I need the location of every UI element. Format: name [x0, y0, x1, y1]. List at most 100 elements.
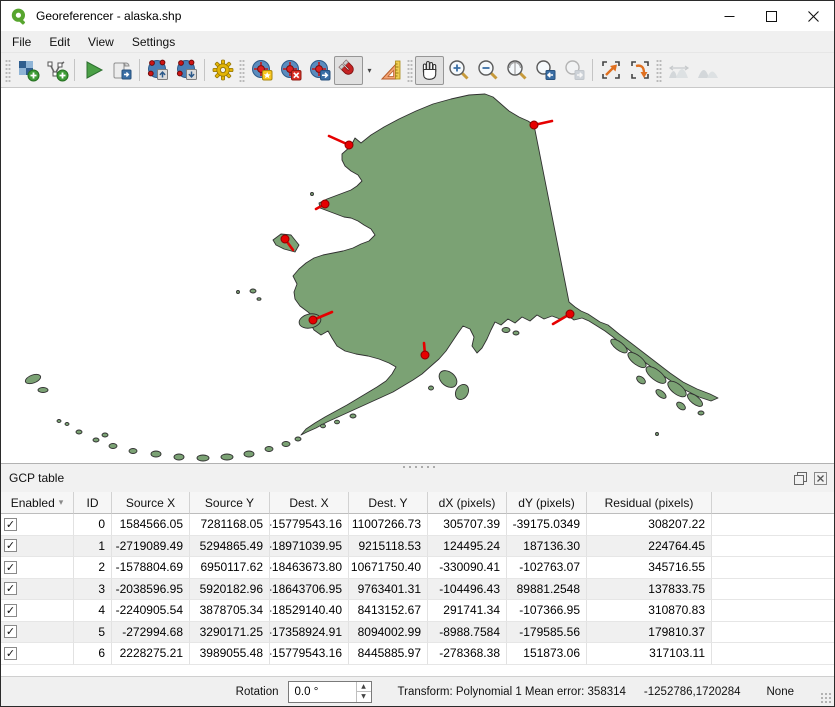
gcp-cell-dest-x[interactable]: -15779543.16: [270, 514, 349, 536]
column-header-dest-x[interactable]: Dest. X: [270, 492, 349, 514]
gcp-cell-source-y[interactable]: 5920182.96: [190, 579, 270, 601]
gcp-table-row[interactable]: ✓1-2719089.495294865.49-18971039.9592151…: [1, 536, 834, 558]
column-header-source-y[interactable]: Source Y: [190, 492, 270, 514]
gcp-cell-id[interactable]: 2: [74, 557, 112, 579]
menu-view[interactable]: View: [79, 32, 123, 52]
gcp-cell-dx[interactable]: 124495.24: [428, 536, 507, 558]
column-header-enabled[interactable]: Enabled ▾: [1, 492, 74, 514]
gcp-point-dot[interactable]: [421, 351, 429, 359]
gcp-cell-dest-x[interactable]: -18463673.80: [270, 557, 349, 579]
gcp-point-dot[interactable]: [530, 121, 538, 129]
enabled-checkbox[interactable]: ✓: [4, 647, 17, 660]
gcp-cell-source-x[interactable]: 2228275.21: [112, 643, 190, 665]
gcp-cell-source-y[interactable]: 3878705.34: [190, 600, 270, 622]
gcp-cell-dest-x[interactable]: -18643706.95: [270, 579, 349, 601]
gcp-cell-dy[interactable]: 187136.30: [507, 536, 587, 558]
gcp-cell-dest-y[interactable]: 11007266.73: [349, 514, 428, 536]
title-bar[interactable]: Georeferencer - alaska.shp: [1, 1, 834, 31]
gcp-cell-id[interactable]: 4: [74, 600, 112, 622]
transformation-settings-button[interactable]: [208, 56, 237, 85]
enabled-checkbox[interactable]: ✓: [4, 518, 17, 531]
set-square-button[interactable]: [376, 56, 405, 85]
gcp-cell-dx[interactable]: -8988.7584: [428, 622, 507, 644]
column-header-source-x[interactable]: Source X: [112, 492, 190, 514]
load-gcp-points-button[interactable]: [143, 56, 172, 85]
gcp-cell-id[interactable]: 1: [74, 536, 112, 558]
gcp-cell-source-x[interactable]: -2038596.95: [112, 579, 190, 601]
panel-close-button[interactable]: [812, 470, 828, 486]
gcp-table-row[interactable]: ✓4-2240905.543878705.34-18529140.4084131…: [1, 600, 834, 622]
gcp-cell-source-x[interactable]: -272994.68: [112, 622, 190, 644]
gcp-cell-dx[interactable]: -278368.38: [428, 643, 507, 665]
gcp-cell-source-x[interactable]: -2719089.49: [112, 536, 190, 558]
link-qgis-to-georeferencer-button[interactable]: [625, 56, 654, 85]
gcp-cell-dx[interactable]: 305707.39: [428, 514, 507, 536]
full-histogram-stretch-button[interactable]: [664, 56, 693, 85]
save-gcp-points-button[interactable]: [172, 56, 201, 85]
move-point-button[interactable]: [305, 56, 334, 85]
gcp-cell-residual[interactable]: 345716.55: [587, 557, 712, 579]
gcp-cell-dest-y[interactable]: 8094002.99: [349, 622, 428, 644]
gcp-cell-dx[interactable]: 291741.34: [428, 600, 507, 622]
enabled-checkbox[interactable]: ✓: [4, 582, 17, 595]
gcp-cell-dx[interactable]: -104496.43: [428, 579, 507, 601]
spin-up-icon[interactable]: ▲: [357, 682, 371, 693]
local-histogram-stretch-button[interactable]: [693, 56, 722, 85]
menu-edit[interactable]: Edit: [40, 32, 79, 52]
gcp-marker[interactable]: [316, 200, 329, 209]
gcp-cell-source-y[interactable]: 6950117.62: [190, 557, 270, 579]
gcp-cell-residual[interactable]: 317103.11: [587, 643, 712, 665]
map-canvas[interactable]: [1, 88, 834, 463]
gcp-table-row[interactable]: ✓ 62228275.213989055.48-15779543.16844588…: [1, 643, 834, 665]
zoom-next-button[interactable]: [560, 56, 589, 85]
gcp-cell-source-x[interactable]: -1578804.69: [112, 557, 190, 579]
gcp-cell-source-y[interactable]: 3290171.25: [190, 622, 270, 644]
close-button[interactable]: [792, 1, 834, 31]
gcp-cell-dy[interactable]: -102763.07: [507, 557, 587, 579]
add-point-button[interactable]: [247, 56, 276, 85]
gcp-cell-source-x[interactable]: -2240905.54: [112, 600, 190, 622]
gcp-cell-source-y[interactable]: 3989055.48: [190, 643, 270, 665]
resize-grip[interactable]: [820, 692, 832, 704]
zoom-in-button[interactable]: [444, 56, 473, 85]
gcp-cell-dy[interactable]: -39175.0349: [507, 514, 587, 536]
gcp-cell-dy[interactable]: -107366.95: [507, 600, 587, 622]
panel-float-button[interactable]: [792, 470, 808, 486]
gcp-cell-dy[interactable]: 151873.06: [507, 643, 587, 665]
rotation-spinbox[interactable]: 0.0 ° ▲ ▼: [288, 681, 372, 703]
column-header-id[interactable]: ID: [74, 492, 112, 514]
toolbar-grip[interactable]: [407, 58, 413, 82]
menu-settings[interactable]: Settings: [123, 32, 184, 52]
start-georeferencing-button[interactable]: [78, 56, 107, 85]
link-georeferencer-to-qgis-button[interactable]: [596, 56, 625, 85]
gcp-cell-id[interactable]: 6: [74, 643, 112, 665]
gcp-table-row[interactable]: ✓5-272994.683290171.25-17358924.91809400…: [1, 622, 834, 644]
gcp-cell-source-x[interactable]: 1584566.05: [112, 514, 190, 536]
menu-file[interactable]: File: [3, 32, 40, 52]
gcp-marker[interactable]: [329, 136, 353, 149]
gcp-cell-residual[interactable]: 137833.75: [587, 579, 712, 601]
gcp-table-row[interactable]: ✓01584566.057281168.05-15779543.16110072…: [1, 514, 834, 536]
minimize-button[interactable]: [708, 1, 750, 31]
toolbar-grip[interactable]: [656, 58, 662, 82]
gcp-cell-residual[interactable]: 179810.37: [587, 622, 712, 644]
gcp-cell-dx[interactable]: -330090.41: [428, 557, 507, 579]
zoom-to-layer-button[interactable]: [502, 56, 531, 85]
gcp-cell-dest-y[interactable]: 8445885.97: [349, 643, 428, 665]
toolbar-grip[interactable]: [239, 58, 245, 82]
gcp-cell-residual[interactable]: 224764.45: [587, 536, 712, 558]
delete-point-button[interactable]: [276, 56, 305, 85]
gcp-cell-id[interactable]: 5: [74, 622, 112, 644]
gcp-cell-dest-y[interactable]: 10671750.40: [349, 557, 428, 579]
gcp-cell-dy[interactable]: -179585.56: [507, 622, 587, 644]
enabled-checkbox[interactable]: ✓: [4, 539, 17, 552]
gcp-cell-residual[interactable]: 310870.83: [587, 600, 712, 622]
pan-button[interactable]: [415, 56, 444, 85]
gcp-marker[interactable]: [530, 121, 552, 129]
gcp-point-dot[interactable]: [321, 200, 329, 208]
enabled-checkbox[interactable]: ✓: [4, 604, 17, 617]
rotation-value[interactable]: 0.0 °: [289, 682, 356, 702]
gcp-cell-dest-x[interactable]: -15779543.16: [270, 643, 349, 665]
gcp-point-dot[interactable]: [566, 310, 574, 318]
enabled-checkbox[interactable]: ✓: [4, 625, 17, 638]
